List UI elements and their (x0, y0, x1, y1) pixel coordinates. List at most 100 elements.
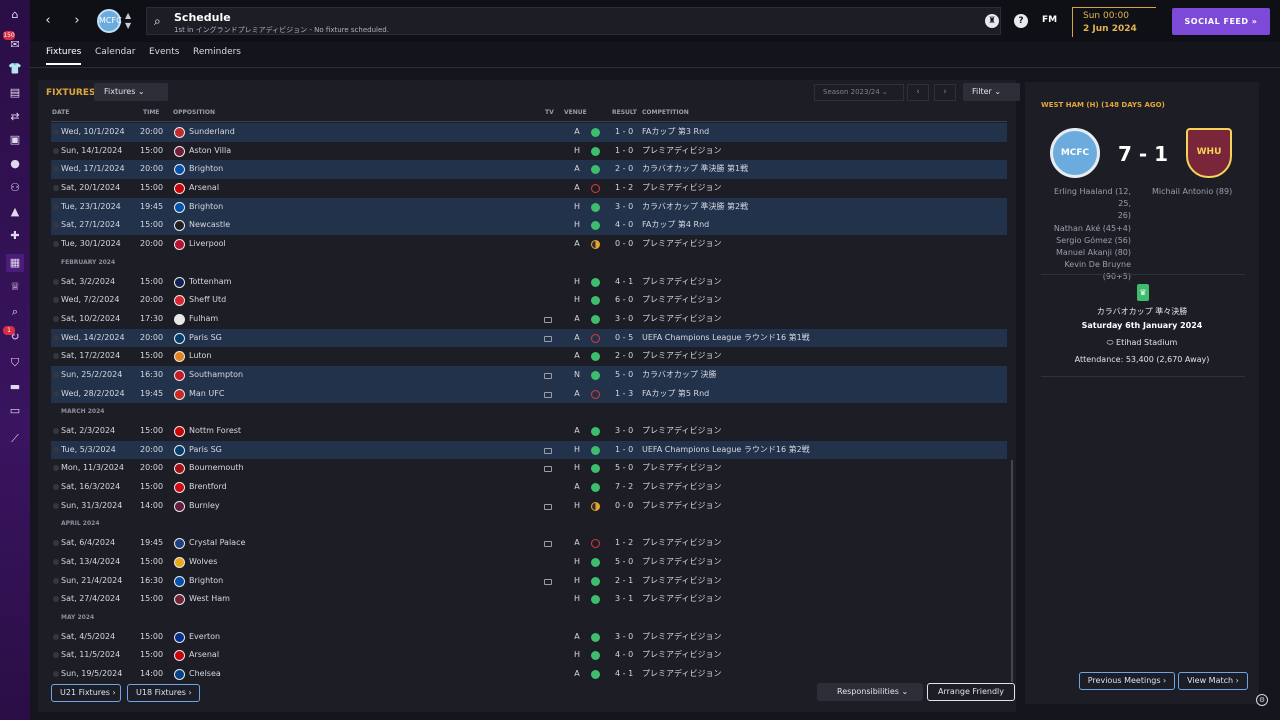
col-venue[interactable]: VENUE (564, 109, 587, 116)
competition[interactable]: プレミアディビジョン (642, 235, 721, 254)
fixture-row[interactable]: Sat, 4/5/2024 15:00 Everton A 3 - 0 プレミアディビジョ… (51, 628, 1007, 647)
transfers-icon[interactable]: ⇄ (6, 108, 24, 126)
competition[interactable]: プレミアディビジョン (642, 665, 721, 683)
competition[interactable]: プレミアディビジョン (642, 628, 721, 647)
competition[interactable]: プレミアディビジョン (642, 572, 721, 591)
squad-icon[interactable]: 👕 (6, 60, 24, 78)
competition-name[interactable]: カラバオカップ 準々決勝 (1041, 306, 1243, 317)
opposition-name[interactable]: Tottenham (189, 273, 231, 292)
fixture-row[interactable]: Wed, 17/1/2024 20:00 Brighton A 2 - 0 カラバオカップ… (51, 160, 1007, 180)
col-tv[interactable]: TV (545, 109, 554, 116)
fixtures-scrollbar[interactable] (1011, 460, 1013, 682)
fixture-row[interactable]: Sat, 3/2/2024 15:00 Tottenham H 4 - 1 プレミアディビ… (51, 273, 1007, 292)
away-team-crest[interactable]: WHU (1186, 128, 1232, 178)
settings-gear-icon[interactable]: ⚙ (1256, 694, 1268, 706)
tab-calendar[interactable]: Calendar (95, 47, 135, 63)
competition[interactable]: プレミアディビジョン (642, 478, 721, 497)
competition[interactable]: プレミアディビジョン (642, 459, 721, 478)
club-crest-icon[interactable]: MCFC (97, 9, 122, 33)
opposition-name[interactable]: West Ham (189, 590, 230, 609)
result-score[interactable]: 4 - 0 (615, 646, 633, 665)
result-score[interactable]: 4 - 0 (615, 216, 633, 235)
shield-icon[interactable]: ⛉ (6, 354, 24, 372)
fixture-row[interactable]: Mon, 11/3/2024 20:00 Bournemouth H 5 - 0 プレミア… (51, 459, 1007, 478)
result-score[interactable]: 4 - 1 (615, 665, 633, 683)
competition[interactable]: プレミアディビジョン (642, 347, 721, 366)
fixture-row[interactable]: Wed, 10/1/2024 20:00 Sunderland A 1 - 0 FAカップ… (51, 123, 1007, 142)
fm-menu-button[interactable]: FM (1042, 15, 1057, 25)
competition[interactable]: プレミアディビジョン (642, 553, 721, 572)
opposition-name[interactable]: Man UFC (189, 385, 224, 404)
continue-date-box[interactable]: Sun 00:00 2 Jun 2024 (1072, 7, 1156, 37)
result-score[interactable]: 4 - 1 (615, 273, 633, 292)
fixture-row[interactable]: Sat, 2/3/2024 15:00 Nottm Forest A 3 - 0 プレミア… (51, 422, 1007, 441)
opposition-name[interactable]: Arsenal (189, 646, 219, 665)
staff-icon[interactable]: ⚇ (6, 179, 24, 197)
u18-fixtures-button[interactable]: U18 Fixtures › (127, 684, 200, 702)
competition[interactable]: プレミアディビジョン (642, 310, 721, 329)
opposition-name[interactable]: Brighton (189, 572, 223, 591)
next-season-button[interactable]: › (934, 84, 956, 101)
help-icon[interactable]: ? (1014, 14, 1028, 28)
arrange-friendly-button[interactable]: Arrange Friendly (927, 683, 1015, 701)
opposition-name[interactable]: Aston Villa (189, 142, 231, 161)
opposition-name[interactable]: Nottm Forest (189, 422, 241, 441)
competition[interactable]: FAカップ 第5 Rnd (642, 385, 709, 404)
result-score[interactable]: 3 - 1 (615, 590, 633, 609)
opposition-name[interactable]: Chelsea (189, 665, 221, 683)
forward-button[interactable]: › (68, 11, 86, 31)
result-score[interactable]: 3 - 0 (615, 198, 633, 217)
result-score[interactable]: 6 - 0 (615, 291, 633, 310)
fixture-row[interactable]: Sun, 25/2/2024 16:30 Southampton N 5 - 0 カラバオ… (51, 365, 1007, 385)
result-score[interactable]: 3 - 0 (615, 422, 633, 441)
fixture-row[interactable]: Tue, 23/1/2024 19:45 Brighton H 3 - 0 カラバオカップ… (51, 197, 1007, 217)
result-score[interactable]: 1 - 0 (615, 142, 633, 161)
competition[interactable]: プレミアディビジョン (642, 291, 721, 310)
opposition-name[interactable]: Liverpool (189, 235, 226, 254)
result-score[interactable]: 1 - 2 (615, 179, 633, 198)
opposition-name[interactable]: Paris SG (189, 329, 222, 348)
tab-reminders[interactable]: Reminders (193, 47, 241, 63)
tab-events[interactable]: Events (149, 47, 179, 63)
opposition-name[interactable]: Newcastle (189, 216, 230, 235)
medical-icon[interactable]: ✚ (6, 227, 24, 245)
view-match-button[interactable]: View Match › (1178, 672, 1248, 690)
fixture-row[interactable]: Sun, 31/3/2024 14:00 Burnley H 0 - 0 プレミアディビジ… (51, 497, 1007, 516)
prev-season-button[interactable]: ‹ (907, 84, 929, 101)
opposition-name[interactable]: Burnley (189, 497, 220, 516)
competition[interactable]: プレミアディビジョン (642, 646, 721, 665)
result-score[interactable]: 5 - 0 (615, 553, 633, 572)
reports-icon[interactable]: ▤ (6, 84, 24, 102)
result-score[interactable]: 3 - 0 (615, 310, 633, 329)
competition[interactable]: カラバオカップ 準決勝 第2戦 (642, 198, 748, 217)
result-score[interactable]: 1 - 3 (615, 385, 633, 404)
result-score[interactable]: 5 - 0 (615, 459, 633, 478)
schedule-icon[interactable]: ▦ (6, 254, 24, 272)
opposition-name[interactable]: Brighton (189, 160, 223, 179)
competition[interactable]: カラバオカップ 決勝 (642, 366, 716, 385)
result-score[interactable]: 2 - 0 (615, 347, 633, 366)
stadium[interactable]: ⬭ Etihad Stadium (1041, 338, 1243, 348)
result-score[interactable]: 2 - 1 (615, 572, 633, 591)
opposition-name[interactable]: Arsenal (189, 179, 219, 198)
competition[interactable]: カラバオカップ 準決勝 第1戦 (642, 160, 748, 179)
competition[interactable]: プレミアディビジョン (642, 142, 721, 161)
tab-fixtures[interactable]: Fixtures (46, 47, 82, 65)
fixture-row[interactable]: Sat, 16/3/2024 15:00 Brentford A 7 - 2 プレミアディ… (51, 478, 1007, 497)
fixture-row[interactable]: Sat, 17/2/2024 15:00 Luton A 2 - 0 プレミアディビジョン (51, 347, 1007, 366)
competition[interactable]: プレミアディビジョン (642, 179, 721, 198)
opposition-name[interactable]: Crystal Palace (189, 534, 245, 553)
fixture-row[interactable]: Sat, 10/2/2024 17:30 Fulham A 3 - 0 プレミアディビジョ… (51, 310, 1007, 329)
competitions-icon[interactable]: ● (6, 155, 24, 173)
competition[interactable]: UEFA Champions League ラウンド16 第1戦 (642, 329, 810, 348)
home-icon[interactable]: ⌂ (6, 6, 24, 24)
opposition-name[interactable]: Southampton (189, 366, 243, 385)
notes-icon[interactable]: ▣ (6, 131, 24, 149)
opposition-name[interactable]: Sunderland (189, 123, 235, 142)
result-score[interactable]: 0 - 5 (615, 329, 633, 348)
fixture-row[interactable]: Sun, 19/5/2024 14:00 Chelsea A 4 - 1 プレミアディビジ… (51, 665, 1007, 683)
result-score[interactable]: 0 - 0 (615, 497, 633, 516)
result-score[interactable]: 2 - 0 (615, 160, 633, 179)
opposition-name[interactable]: Paris SG (189, 441, 222, 460)
fixture-row[interactable]: Sat, 27/1/2024 15:00 Newcastle H 4 - 0 FAカップ … (51, 216, 1007, 236)
